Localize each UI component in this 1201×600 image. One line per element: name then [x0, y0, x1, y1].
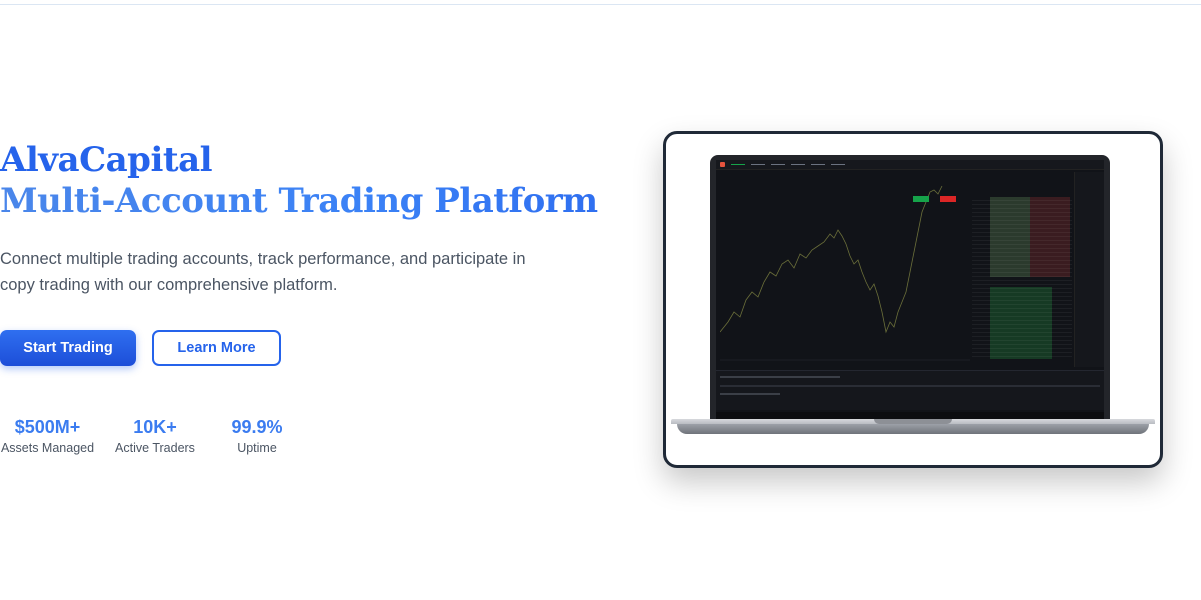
positions-panel [716, 370, 1104, 410]
stat-label: Assets Managed [0, 441, 95, 455]
stat-label: Active Traders [115, 441, 195, 455]
hero-section: AlvaCapital Multi-Account Trading Platfo… [0, 140, 600, 456]
stat-label: Uptime [237, 441, 277, 455]
cta-group: Start Trading Learn More [0, 330, 600, 366]
price-chart [720, 185, 970, 361]
hero-title: AlvaCapital Multi-Account Trading Platfo… [0, 140, 600, 222]
start-trading-button[interactable]: Start Trading [0, 330, 136, 366]
order-panel [1074, 172, 1104, 367]
brand-name: AlvaCapital [0, 140, 213, 180]
hero-description: Connect multiple trading accounts, track… [0, 250, 526, 294]
stats-row: $500M+ Assets Managed 10K+ Active Trader… [0, 416, 600, 456]
stat-value: 99.9% [231, 417, 283, 437]
laptop-lid [710, 155, 1110, 421]
sell-badge [940, 196, 956, 202]
laptop-trading-screen-icon [666, 134, 1160, 465]
top-divider [0, 4, 1201, 5]
trading-app-screenshot [716, 160, 1104, 421]
buy-badge [913, 196, 929, 202]
stat-assets: $500M+ Assets Managed [0, 416, 95, 456]
app-top-bar [716, 160, 1104, 170]
laptop-base [671, 419, 1155, 435]
stat-uptime: 99.9% Uptime [215, 416, 299, 456]
learn-more-button[interactable]: Learn More [152, 330, 281, 366]
stat-value: 10K+ [133, 417, 177, 437]
product-preview-frame [663, 131, 1163, 468]
headline: Multi-Account Trading Platform [0, 181, 600, 222]
stat-traders: 10K+ Active Traders [83, 416, 227, 456]
order-book [972, 172, 1072, 367]
app-logo-icon [720, 162, 725, 167]
stat-value: $500M+ [14, 417, 81, 437]
